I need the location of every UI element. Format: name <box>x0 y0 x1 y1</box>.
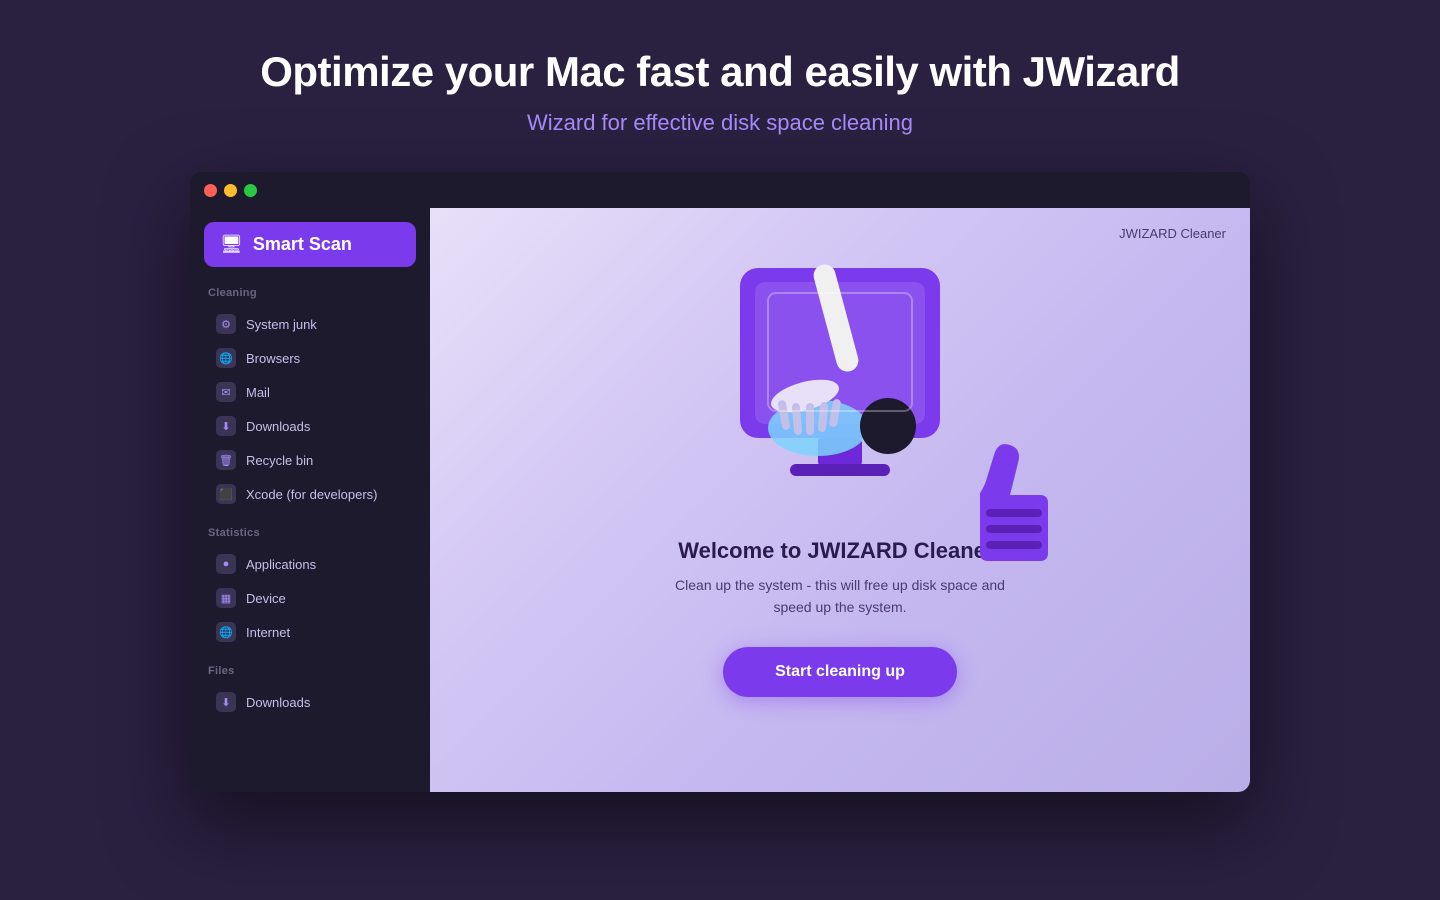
traffic-lights <box>204 184 257 197</box>
sidebar-item-xcode[interactable]: ⬛ Xcode (for developers) <box>198 477 422 511</box>
applications-icon: ● <box>216 554 236 574</box>
main-content: JWIZARD Cleaner <box>430 208 1250 792</box>
smart-scan-button[interactable]: 🖥 Smart Scan <box>204 222 416 267</box>
internet-label: Internet <box>246 625 290 640</box>
smart-scan-label: Smart Scan <box>253 234 352 255</box>
monitor-icon: 🖥 <box>220 234 243 255</box>
page-main-title: Optimize your Mac fast and easily with J… <box>0 48 1440 96</box>
mail-icon: ✉ <box>216 382 236 402</box>
close-button[interactable] <box>204 184 217 197</box>
sidebar-item-mail[interactable]: ✉ Mail <box>198 375 422 409</box>
sidebar-item-downloads-files[interactable]: ⬇ Downloads <box>198 685 422 719</box>
sidebar-item-device[interactable]: ▦ Device <box>198 581 422 615</box>
xcode-label: Xcode (for developers) <box>246 487 378 502</box>
title-bar <box>190 172 1250 208</box>
recycle-bin-label: Recycle bin <box>246 453 313 468</box>
xcode-icon: ⬛ <box>216 484 236 504</box>
downloads-cleaning-icon: ⬇ <box>216 416 236 436</box>
window-body: 🖥 Smart Scan Cleaning ⚙ System junk 🌐 Br… <box>190 208 1250 792</box>
minimize-button[interactable] <box>224 184 237 197</box>
spacer-2 <box>190 649 430 665</box>
app-window: 🖥 Smart Scan Cleaning ⚙ System junk 🌐 Br… <box>190 172 1250 792</box>
browsers-icon: 🌐 <box>216 348 236 368</box>
welcome-description: Clean up the system - this will free up … <box>675 574 1005 619</box>
app-name-label: JWIZARD Cleaner <box>1119 226 1226 241</box>
downloads-files-label: Downloads <box>246 695 310 710</box>
system-junk-label: System junk <box>246 317 317 332</box>
sidebar-item-recycle-bin[interactable]: 🗑 Recycle bin <box>198 443 422 477</box>
downloads-files-icon: ⬇ <box>216 692 236 712</box>
monitor-illustration <box>700 248 980 528</box>
files-section-title: Files <box>190 665 430 685</box>
sidebar-item-downloads-cleaning[interactable]: ⬇ Downloads <box>198 409 422 443</box>
sidebar: 🖥 Smart Scan Cleaning ⚙ System junk 🌐 Br… <box>190 208 430 792</box>
sidebar-item-system-junk[interactable]: ⚙ System junk <box>198 307 422 341</box>
sidebar-item-internet[interactable]: 🌐 Internet <box>198 615 422 649</box>
device-label: Device <box>246 591 286 606</box>
downloads-cleaning-label: Downloads <box>246 419 310 434</box>
internet-icon: 🌐 <box>216 622 236 642</box>
spacer-1 <box>190 511 430 527</box>
applications-label: Applications <box>246 557 316 572</box>
maximize-button[interactable] <box>244 184 257 197</box>
device-icon: ▦ <box>216 588 236 608</box>
sidebar-item-applications[interactable]: ● Applications <box>198 547 422 581</box>
cleaning-section-title: Cleaning <box>190 287 430 307</box>
browsers-label: Browsers <box>246 351 300 366</box>
sidebar-item-browsers[interactable]: 🌐 Browsers <box>198 341 422 375</box>
thumbs-up-decoration <box>950 413 1060 568</box>
page-sub-title: Wizard for effective disk space cleaning <box>0 110 1440 136</box>
statistics-section-title: Statistics <box>190 527 430 547</box>
start-cleaning-button[interactable]: Start cleaning up <box>723 647 957 697</box>
mail-label: Mail <box>246 385 270 400</box>
recycle-bin-icon: 🗑 <box>216 450 236 470</box>
system-junk-icon: ⚙ <box>216 314 236 334</box>
monitor-svg <box>700 248 980 528</box>
hero-section: Optimize your Mac fast and easily with J… <box>0 0 1440 172</box>
